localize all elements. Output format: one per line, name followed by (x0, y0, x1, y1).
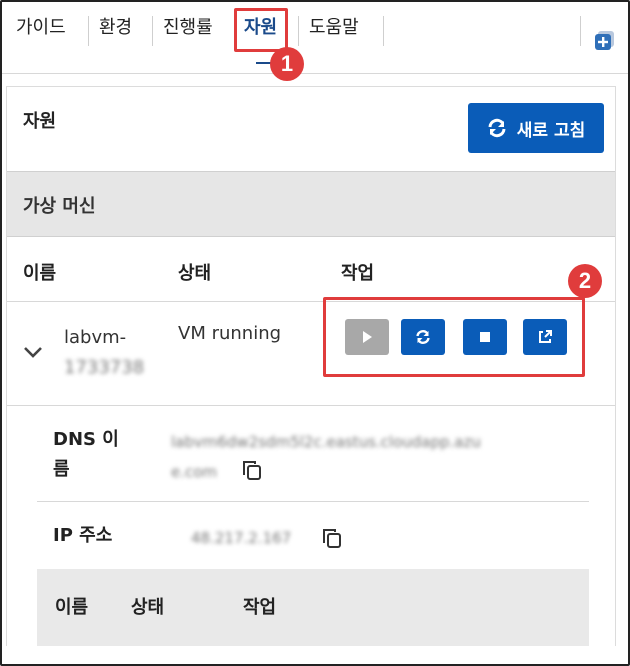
refresh-icon (488, 118, 506, 138)
tab-bar: 가이드 환경 진행률 자원 도움말 1 (2, 2, 628, 81)
ip-value: 48.217.2.167 (191, 529, 292, 547)
dns-label-line: 름 (53, 459, 70, 480)
vm-name: labvm- 1733738 (64, 323, 144, 383)
vm-status: VM running (178, 323, 282, 344)
sub-table-header: 이름 상태 작업 (37, 569, 589, 646)
tab-guide[interactable]: 가이드 (16, 14, 66, 44)
tab-divider (383, 16, 384, 46)
highlight-box (234, 8, 288, 52)
sub-column-status-header: 상태 (131, 597, 165, 618)
callout-badge: 2 (568, 264, 602, 298)
vm-name-prefix: labvm- (64, 327, 127, 348)
highlight-box (323, 297, 585, 377)
panel-header: 자원 새로 고침 (7, 87, 615, 171)
tab-environment[interactable]: 환경 (99, 14, 132, 44)
tab-divider (88, 16, 89, 46)
dns-value: labvm6dw2sdm5l2c.eastus.cloudapp.azu e.c… (171, 427, 571, 487)
copy-icon[interactable] (241, 459, 263, 481)
vm-section-header: 가상 머신 (7, 171, 615, 237)
vm-name-redacted: 1733738 (64, 357, 145, 378)
add-panel-icon[interactable] (594, 30, 616, 52)
chevron-down-icon[interactable] (23, 345, 43, 359)
dns-label: DNS 이 름 (53, 425, 119, 485)
resources-panel: 자원 새로 고침 가상 머신 이름 상태 작업 labvm- 1733738 V… (6, 86, 616, 646)
sub-column-actions-header: 작업 (243, 597, 277, 618)
copy-icon[interactable] (321, 527, 343, 549)
vm-section-title: 가상 머신 (23, 196, 96, 217)
dns-label-line: DNS 이 (53, 429, 119, 450)
refresh-label: 새로 고침 (516, 120, 586, 141)
app-window: 가이드 환경 진행률 자원 도움말 1 자원 새로 고침 가상 머신 이름 상태… (0, 0, 630, 666)
callout-badge: 1 (270, 47, 304, 81)
refresh-button[interactable]: 새로 고침 (468, 103, 604, 153)
sub-column-name-header: 이름 (55, 597, 89, 618)
dns-value-line: labvm6dw2sdm5l2c.eastus.cloudapp.azu (171, 433, 481, 451)
column-status-header: 상태 (178, 263, 212, 284)
column-name-header: 이름 (23, 263, 57, 284)
tab-progress[interactable]: 진행률 (163, 14, 213, 44)
detail-divider (37, 501, 589, 502)
tab-divider (580, 16, 581, 46)
tab-divider (152, 16, 153, 46)
dns-value-line: e.com (171, 463, 218, 481)
row-divider (7, 405, 615, 406)
tab-divider (298, 16, 299, 46)
panel-title: 자원 (23, 111, 57, 132)
column-actions-header: 작업 (341, 263, 375, 284)
ip-label: IP 주소 (53, 525, 113, 546)
tab-help[interactable]: 도움말 (309, 14, 359, 44)
